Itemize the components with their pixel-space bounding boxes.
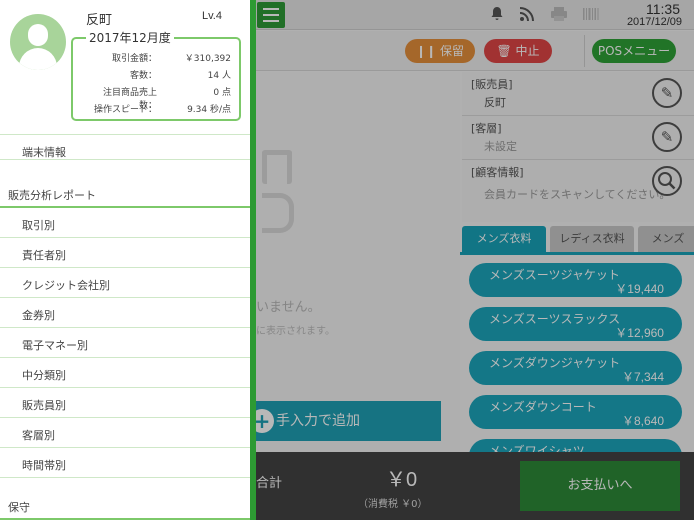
menu-item-label: 販売員別	[22, 399, 66, 412]
menu-item-report[interactable]: 金券別	[0, 298, 250, 328]
menu-item-report[interactable]: 取引別	[0, 208, 250, 238]
menu-item-report[interactable]: 責任者別	[0, 238, 250, 268]
menu-item-report[interactable]: 客層別	[0, 418, 250, 448]
menu-item-label: 金券別	[22, 309, 55, 322]
user-name: 反町	[86, 13, 113, 28]
menu-item-report[interactable]: 中分類別	[0, 358, 250, 388]
stat-row: 客数： 14 人	[73, 68, 233, 82]
stat-key: 操作スピード：	[93, 105, 157, 115]
menu-item-label: 中分類別	[22, 369, 66, 382]
menu-item-terminal-info[interactable]: 端末情報	[0, 134, 250, 160]
menu-item-report[interactable]: クレジット会社別	[0, 268, 250, 298]
stat-row: 操作スピード： 9.34 秒/点	[73, 102, 233, 116]
menu-item-label: 取引別	[22, 219, 55, 232]
stats-period: 2017年12月度	[86, 29, 174, 46]
menu-item-report[interactable]: 時間帯別	[0, 448, 250, 478]
stat-row: 取引金額： ￥310,392	[73, 51, 233, 65]
menu-item-label: クレジット会社別	[22, 279, 110, 292]
menu-item-label: 客層別	[22, 429, 55, 442]
user-level: Lv.4	[202, 10, 222, 22]
navigation-drawer: 反町 Lv.4 2017年12月度 取引金額： ￥310,392 客数： 14 …	[0, 0, 256, 520]
menu-item-label: 責任者別	[22, 249, 66, 262]
section-header-maintenance: 保守	[0, 490, 250, 520]
menu-item-report[interactable]: 電子マネー別	[0, 328, 250, 358]
drawer-backdrop[interactable]	[250, 0, 694, 520]
menu-item-label: 電子マネー別	[22, 339, 88, 352]
menu-item-label: 時間帯別	[22, 459, 66, 472]
stat-key: 取引金額：	[111, 54, 157, 64]
user-profile: 反町 Lv.4 2017年12月度 取引金額： ￥310,392 客数： 14 …	[0, 0, 250, 134]
stat-value: 9.34 秒/点	[187, 105, 231, 115]
menu-item-label: 端末情報	[22, 146, 66, 159]
section-header-label: 販売分析レポート	[8, 189, 96, 202]
avatar-icon	[10, 14, 66, 70]
stat-value: 0 点	[213, 88, 231, 98]
stat-key: 客数：	[129, 71, 157, 81]
stat-value: 14 人	[207, 71, 231, 81]
section-header-label: 保守	[8, 501, 30, 514]
menu-item-report[interactable]: 販売員別	[0, 388, 250, 418]
stat-row: 注目商品売上数： 0 点	[73, 85, 233, 111]
section-header-sales-report: 販売分析レポート	[0, 178, 250, 208]
stat-value: ￥310,392	[184, 54, 231, 64]
